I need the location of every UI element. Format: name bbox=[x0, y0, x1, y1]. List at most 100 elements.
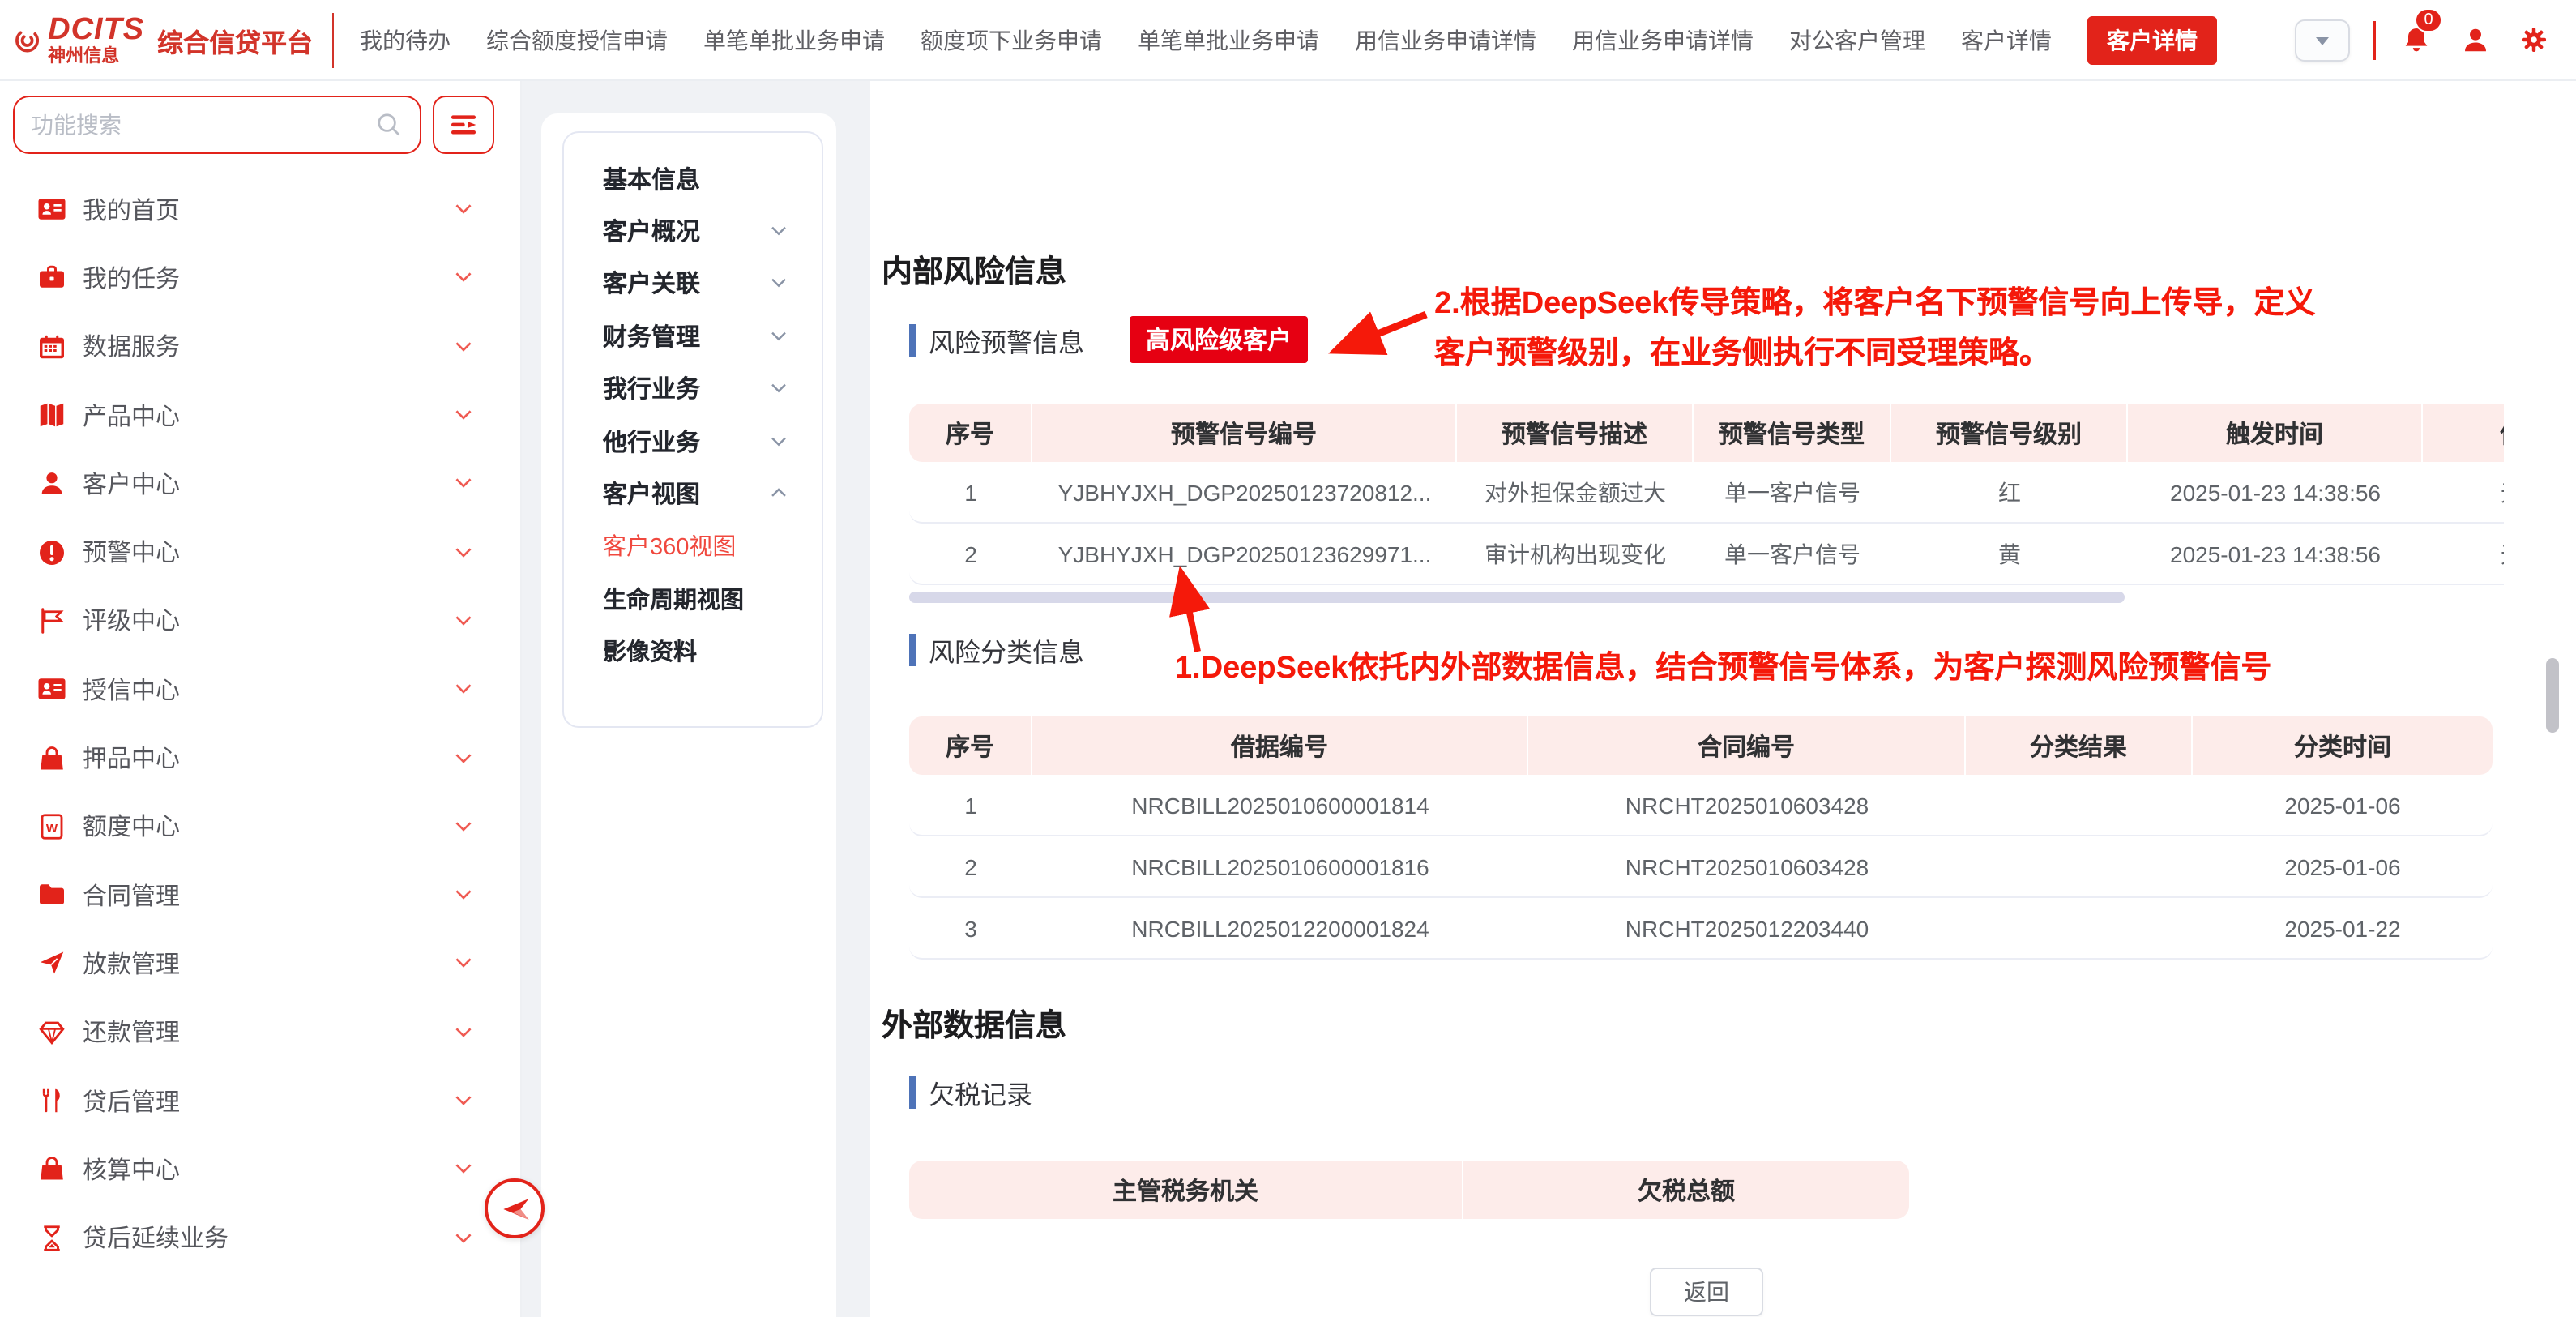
table-cell: NRCBILL2025010600001814 bbox=[1032, 775, 1528, 835]
customer-detail-menu: 基本信息客户概况客户关联财务管理我行业务他行业务客户视图客户360视图生命周期视… bbox=[562, 131, 823, 728]
nav-item-7[interactable]: 对公客户管理 bbox=[1789, 24, 1925, 56]
chevron-down-icon bbox=[452, 609, 475, 632]
sidebar-item-label: 还款管理 bbox=[83, 1015, 180, 1049]
sidebar-item-1[interactable]: 我的任务 bbox=[0, 244, 520, 313]
sidebar-item-label: 评级中心 bbox=[83, 604, 180, 638]
table-row-1: 1YJBHYJXH_DGP20250123720812...对外担保金额过大单一… bbox=[909, 462, 2504, 524]
subnav-child-2[interactable]: 影像资料 bbox=[564, 625, 822, 678]
file-w-icon: W bbox=[37, 812, 66, 841]
nav-active-tab[interactable]: 客户详情 bbox=[2087, 15, 2217, 64]
high-risk-badge: 高风险级客户 bbox=[1130, 316, 1308, 363]
chevron-down-icon bbox=[452, 1020, 475, 1043]
nav-dropdown-button[interactable] bbox=[2295, 19, 2350, 61]
table-cell: 2 bbox=[909, 836, 1032, 896]
app-window: DCITS 神州信息 综合信贷平台 我的待办 综合额度授信申请 单笔单批业务申请 额度… bbox=[0, 0, 2576, 1317]
subnav-item-4[interactable]: 我行业务 bbox=[564, 362, 822, 415]
sidebar-item-label: 数据服务 bbox=[83, 329, 180, 363]
sidebar-item-10[interactable]: 合同管理 bbox=[0, 861, 520, 930]
table-row-3: 3NRCBILL2025012200001824NRCHT20250122034… bbox=[909, 898, 2493, 960]
table-cell: NRCHT2025010603428 bbox=[1528, 836, 1966, 896]
sidebar-item-9[interactable]: W额度中心 bbox=[0, 792, 520, 861]
section-marker-bar bbox=[909, 1076, 916, 1109]
table-cell: NRCBILL2025010600001816 bbox=[1032, 836, 1528, 896]
nav-item-4[interactable]: 单笔单批业务申请 bbox=[1138, 24, 1319, 56]
subnav-item-2[interactable]: 客户关联 bbox=[564, 258, 822, 310]
subnav-item-label: 我行业务 bbox=[603, 372, 700, 406]
briefcase-icon bbox=[37, 263, 66, 293]
nav-item-2[interactable]: 单笔单批业务申请 bbox=[703, 24, 885, 56]
nav-item-0[interactable]: 我的待办 bbox=[360, 24, 451, 56]
subnav-item-label: 基本信息 bbox=[603, 161, 700, 195]
page-vertical-scrollbar[interactable] bbox=[2546, 658, 2559, 733]
column-header: 序号 bbox=[909, 716, 1032, 775]
sidebar-item-label: 核算中心 bbox=[83, 1152, 180, 1187]
subnav-child-1[interactable]: 生命周期视图 bbox=[564, 572, 822, 625]
back-button[interactable]: 返回 bbox=[1650, 1268, 1763, 1316]
subnav-item-3[interactable]: 财务管理 bbox=[564, 310, 822, 362]
column-header: 主管税务机关 bbox=[909, 1161, 1463, 1219]
nav-item-6[interactable]: 用信业务申请详情 bbox=[1572, 24, 1754, 56]
plane-icon bbox=[37, 949, 66, 978]
table-cell: NRCHT2025010603428 bbox=[1528, 775, 1966, 835]
chevron-down-icon bbox=[768, 326, 789, 347]
logo-divider bbox=[332, 12, 334, 67]
chevron-down-icon bbox=[452, 267, 475, 289]
chevron-up-icon bbox=[768, 483, 789, 504]
subnav-item-5[interactable]: 他行业务 bbox=[564, 415, 822, 468]
nav-item-1[interactable]: 综合额度授信申请 bbox=[486, 24, 668, 56]
table-cell: 审计机构出现变化 bbox=[1457, 524, 1694, 584]
nav-divider bbox=[2373, 20, 2376, 59]
sidebar-item-4[interactable]: 客户中心 bbox=[0, 449, 520, 518]
risk-class-section-header: 风险分类信息 bbox=[909, 631, 1084, 669]
sidebar-item-label: 放款管理 bbox=[83, 947, 180, 981]
sidebar-item-14[interactable]: 核算中心 bbox=[0, 1135, 520, 1204]
function-search-box[interactable] bbox=[13, 96, 421, 154]
search-input[interactable] bbox=[31, 112, 374, 138]
sidebar-item-7[interactable]: 授信中心 bbox=[0, 655, 520, 724]
sidebar-item-0[interactable]: 我的首页 bbox=[0, 175, 520, 244]
settings-gear-icon[interactable] bbox=[2515, 22, 2551, 58]
subnav-item-0[interactable]: 基本信息 bbox=[564, 152, 822, 205]
table-cell: NRCHT2025012203440 bbox=[1528, 898, 1966, 958]
section-marker-bar bbox=[909, 323, 916, 356]
search-icon bbox=[374, 110, 404, 139]
chevron-down-icon bbox=[768, 378, 789, 400]
table-cell: 1 bbox=[909, 462, 1032, 522]
tax-record-table: 主管税务机关欠税总额 bbox=[909, 1161, 1909, 1222]
subnav-child-0-active[interactable]: 客户360视图 bbox=[564, 520, 822, 572]
sidebar-item-3[interactable]: 产品中心 bbox=[0, 381, 520, 450]
risk-class-table: 序号借据编号合同编号分类结果分类时间1NRCBILL20250106000018… bbox=[909, 716, 2493, 960]
nav-item-3[interactable]: 额度项下业务申请 bbox=[921, 24, 1102, 56]
notification-bell-icon[interactable]: 0 bbox=[2399, 22, 2434, 58]
sidebar-item-2[interactable]: 数据服务 bbox=[0, 312, 520, 381]
navbar-right-cluster: 0 bbox=[2295, 19, 2576, 61]
logo: DCITS 神州信息 综合信贷平台 bbox=[0, 9, 334, 71]
sidebar-item-label: 授信中心 bbox=[83, 672, 180, 706]
table-cell: 对外担保金额过大 bbox=[1457, 462, 1694, 522]
table-horizontal-scrollbar[interactable] bbox=[909, 592, 2125, 603]
chevron-down-icon bbox=[452, 541, 475, 563]
collapse-arrow-icon bbox=[497, 1191, 532, 1226]
subnav-item-6[interactable]: 客户视图 bbox=[564, 468, 822, 520]
nav-item-5[interactable]: 用信业务申请详情 bbox=[1355, 24, 1536, 56]
sidebar-item-5[interactable]: 预警中心 bbox=[0, 518, 520, 587]
table-cell: YJBHYJXH_DGP20250123629971... bbox=[1032, 524, 1457, 584]
sidebar-collapse-button[interactable] bbox=[485, 1178, 545, 1238]
sidebar-item-8[interactable]: 押品中心 bbox=[0, 724, 520, 793]
subnav-item-1[interactable]: 客户概况 bbox=[564, 205, 822, 258]
table-cell: 红 bbox=[1891, 462, 2128, 522]
caret-down-icon bbox=[2313, 30, 2332, 49]
sidebar-item-12[interactable]: 还款管理 bbox=[0, 998, 520, 1067]
user-profile-icon[interactable] bbox=[2457, 22, 2493, 58]
hourglass-icon bbox=[37, 1223, 66, 1252]
menu-toggle-button[interactable] bbox=[433, 96, 494, 154]
sidebar-item-6[interactable]: 评级中心 bbox=[0, 587, 520, 656]
sidebar-menu: 我的首页我的任务数据服务产品中心客户中心预警中心评级中心授信中心押品中心W额度中… bbox=[0, 175, 520, 1272]
nav-item-8[interactable]: 客户详情 bbox=[1961, 24, 2052, 56]
notification-badge: 0 bbox=[2415, 7, 2442, 32]
sidebar-item-11[interactable]: 放款管理 bbox=[0, 930, 520, 998]
table-cell: 2025-01-06 bbox=[2193, 836, 2493, 896]
sidebar-item-15[interactable]: 贷后延续业务 bbox=[0, 1204, 520, 1272]
chevron-down-icon bbox=[452, 404, 475, 426]
sidebar-item-13[interactable]: 贷后管理 bbox=[0, 1067, 520, 1135]
